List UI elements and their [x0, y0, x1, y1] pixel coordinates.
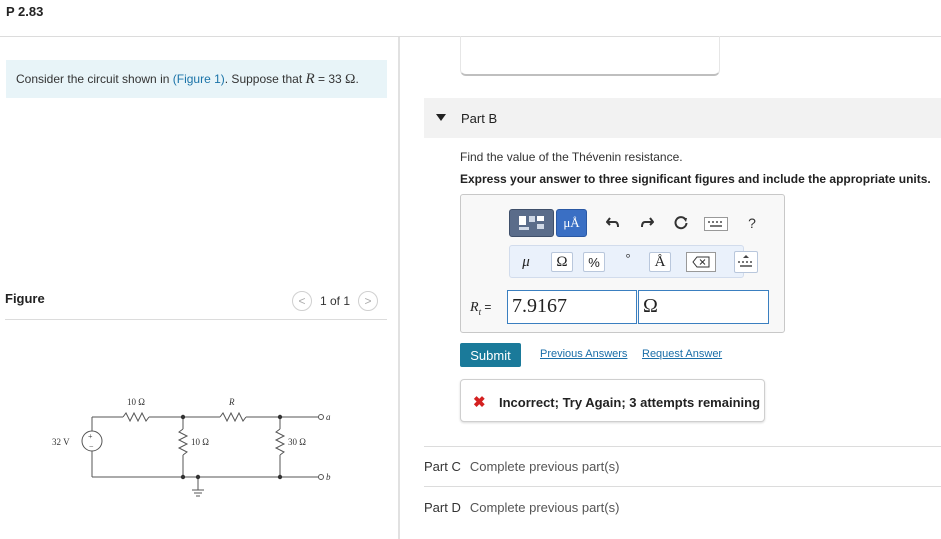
keyboard-button[interactable]	[704, 217, 728, 231]
feedback-text: Incorrect; Try Again; 3 attempts remaini…	[499, 395, 761, 410]
symbol-percent-button[interactable]: %	[583, 252, 605, 272]
problem-id: P 2.83	[6, 4, 44, 19]
part-d-name: Part D	[424, 500, 461, 515]
figure-counter: 1 of 1	[320, 294, 351, 308]
figure-divider	[5, 319, 387, 320]
answer-label-eq: =	[481, 300, 492, 314]
terminal-b-label: b	[326, 472, 331, 482]
symbol-mu-button[interactable]: μ	[516, 252, 536, 272]
column-divider	[398, 37, 400, 539]
incorrect-icon: ✖	[473, 394, 486, 411]
units-button-label: μÅ	[563, 215, 580, 230]
templates-icon	[518, 216, 544, 230]
answer-label-var: R	[470, 300, 479, 315]
answer-unit-input[interactable]: Ω	[638, 290, 769, 324]
undo-icon	[606, 217, 619, 228]
templates-button[interactable]	[509, 209, 554, 237]
keyboard-icon	[708, 221, 722, 227]
help-icon: ?	[748, 215, 756, 231]
caret-down-icon	[436, 114, 446, 121]
undo-button[interactable]	[603, 213, 623, 233]
part-c-status: Complete previous part(s)	[469, 459, 620, 474]
resistor-shunt1-label: 10 Ω	[191, 437, 209, 447]
part-c-name: Part C	[424, 459, 461, 474]
answer-label: Rt =	[470, 300, 491, 317]
chevron-left-icon: <	[298, 294, 306, 308]
previous-answers-link[interactable]: Previous Answers	[540, 348, 627, 360]
chevron-right-icon: >	[364, 294, 372, 308]
figure-prev-button[interactable]: <	[292, 291, 312, 311]
help-button[interactable]: ?	[744, 213, 760, 233]
part-b-header[interactable]: Part B	[424, 98, 941, 138]
figure-next-button[interactable]: >	[358, 291, 379, 311]
figure-link[interactable]: (Figure 1)	[173, 72, 225, 86]
intro-var: R	[305, 71, 315, 87]
problem-intro: Consider the circuit shown in (Figure 1)…	[6, 60, 387, 98]
intro-prefix: Consider the circuit shown in	[16, 72, 173, 86]
intro-equals: = 33	[314, 72, 346, 86]
answer-value-input[interactable]: 7.9167	[507, 290, 637, 324]
part-c-row[interactable]: Part C Complete previous part(s)	[424, 459, 619, 474]
redo-button[interactable]	[637, 213, 657, 233]
part-c-divider	[424, 446, 941, 447]
intro-unit: Ω	[345, 72, 356, 87]
part-d-row[interactable]: Part D Complete previous part(s)	[424, 500, 619, 515]
source-minus: −	[89, 442, 94, 451]
figure-navigation: < 1 of 1 >	[292, 291, 379, 311]
feedback-box: ✖ Incorrect; Try Again; 3 attempts remai…	[460, 379, 765, 422]
keyboard-toggle-button[interactable]	[734, 251, 758, 273]
terminal-a-label: a	[326, 412, 331, 422]
symbol-angstrom-button[interactable]: Å	[649, 252, 671, 272]
figure-label: Figure	[5, 291, 45, 306]
circuit-diagram: 32 V + − 10 Ω R 10 Ω 30 Ω a b	[52, 397, 331, 497]
source-label: 32 V	[52, 437, 70, 447]
keyboard-up-icon	[738, 255, 752, 267]
backspace-icon	[692, 256, 710, 268]
answer-panel: μÅ ? μ Ω % ° Å Rt = 7.9167 Ω	[460, 194, 785, 333]
part-d-status: Complete previous part(s)	[469, 500, 620, 515]
resistor-top-label: 10 Ω	[127, 397, 145, 407]
intro-end: .	[355, 72, 359, 86]
intro-middle: . Suppose that	[224, 72, 306, 86]
source-plus: +	[88, 432, 93, 441]
instruction-text: Express your answer to three significant…	[460, 172, 931, 186]
units-button[interactable]: μÅ	[556, 209, 587, 237]
previous-part-box	[460, 36, 720, 76]
symbol-degree-button[interactable]: °	[618, 248, 638, 268]
backspace-button[interactable]	[686, 252, 716, 272]
symbol-ohm-button[interactable]: Ω	[551, 252, 573, 272]
submit-button[interactable]: Submit	[460, 343, 521, 367]
question-text: Find the value of the Thévenin resistanc…	[460, 150, 683, 164]
resistor-r-label: R	[228, 397, 235, 407]
request-answer-link[interactable]: Request Answer	[642, 348, 722, 360]
part-b-title: Part B	[461, 111, 498, 126]
symbol-palette: μ Ω % ° Å	[509, 245, 758, 278]
reset-button[interactable]	[671, 213, 691, 233]
reset-icon	[674, 216, 688, 230]
resistor-shunt2-label: 30 Ω	[288, 437, 306, 447]
part-d-divider	[424, 486, 941, 487]
redo-icon	[641, 217, 654, 228]
